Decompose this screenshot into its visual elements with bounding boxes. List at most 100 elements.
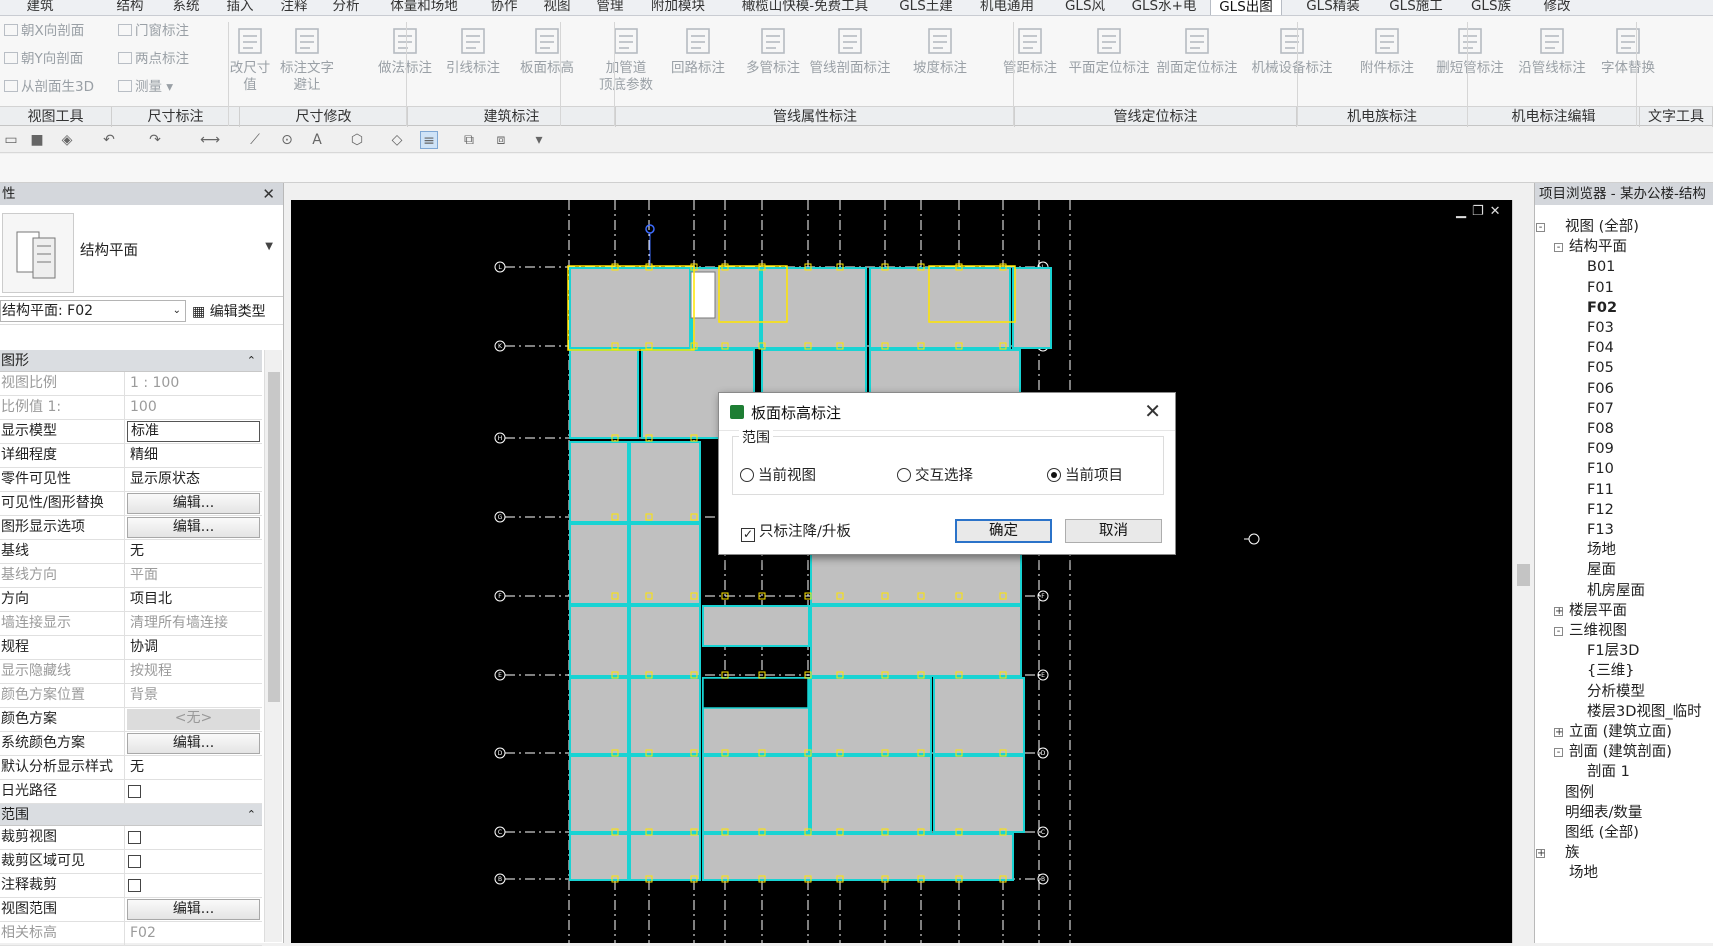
collapse-icon[interactable]: -	[1554, 627, 1563, 637]
edit-button[interactable]: 编辑...	[127, 493, 260, 514]
slab-panel[interactable]	[629, 441, 701, 523]
expand-icon[interactable]: +	[1554, 728, 1563, 738]
tab-17[interactable]: GLS精装	[1295, 0, 1371, 15]
y-section-tool[interactable]: 朝Y向剖面	[4, 50, 83, 68]
slab-panel[interactable]	[569, 523, 629, 605]
ribbon-tool-13[interactable]: 机械设备标注	[1242, 24, 1342, 77]
browser-node[interactable]: F10	[1587, 459, 1614, 479]
property-checkbox[interactable]	[128, 831, 141, 844]
browser-node[interactable]: 楼层3D视图_临时	[1587, 702, 1702, 722]
property-checkbox[interactable]	[128, 785, 141, 798]
text-icon[interactable]: A	[308, 131, 326, 149]
browser-node[interactable]: 族	[1565, 843, 1580, 863]
slab-panel[interactable]	[702, 833, 1014, 881]
slab-panel[interactable]	[569, 441, 629, 523]
browser-node[interactable]: F04	[1587, 338, 1614, 358]
customize-qat-icon[interactable]: ▾	[530, 131, 548, 149]
door-window-dim-tool[interactable]: 门窗标注	[118, 22, 189, 40]
close-icon[interactable]: ✕	[1144, 399, 1161, 423]
only-drop-rise-checkbox[interactable]: ✓ 只标注降/升板	[741, 520, 851, 542]
ribbon-tool-14[interactable]: 附件标注	[1352, 24, 1422, 77]
browser-node[interactable]: F12	[1587, 500, 1614, 520]
browser-node[interactable]: 图纸 (全部)	[1565, 823, 1639, 843]
tab-12[interactable]: GLS土建	[894, 0, 958, 15]
browser-node[interactable]: {三维}	[1587, 661, 1634, 681]
browser-node[interactable]: F1层3D	[1587, 641, 1639, 661]
slab-panel[interactable]	[810, 605, 1022, 677]
properties-section[interactable]: 范围 ⌃	[0, 804, 262, 826]
sync-icon[interactable]: ◈	[58, 131, 76, 149]
slab-panel[interactable]	[569, 755, 629, 833]
measure-icon[interactable]: ⟷	[200, 131, 220, 149]
ribbon-tool-4[interactable]: 板面标高	[512, 24, 582, 77]
ribbon-tool-0[interactable]: 改尺寸 值	[220, 24, 280, 94]
tab-11[interactable]: 橄榄山快模-免费工具	[722, 0, 888, 15]
tab-8[interactable]: 视图	[537, 0, 577, 15]
scrollbar-thumb[interactable]	[1517, 564, 1530, 586]
browser-node[interactable]: 机房屋面	[1587, 581, 1645, 601]
slab-panel[interactable]	[629, 605, 701, 677]
drawing-canvas[interactable]: LLKKHHGGFFEEDDCCBB	[291, 200, 1513, 943]
browser-node[interactable]: 明细表/数量	[1565, 803, 1642, 823]
tag-icon[interactable]: ⊙	[278, 131, 296, 149]
slab-panel[interactable]	[761, 267, 867, 349]
browser-node[interactable]: 视图 (全部)	[1565, 217, 1639, 237]
thin-lines-icon[interactable]: ≡	[420, 131, 438, 149]
radio-current-view[interactable]: 当前视图	[740, 464, 816, 485]
ribbon-tool-10[interactable]: 管距标注	[997, 24, 1063, 77]
tab-6[interactable]: 体量和场地	[378, 0, 470, 15]
expand-icon[interactable]: +	[1536, 849, 1545, 859]
slab-panel[interactable]	[569, 677, 629, 755]
tab-1[interactable]: 结构	[107, 0, 153, 15]
collapse-icon[interactable]: -	[1554, 748, 1563, 758]
collapse-icon[interactable]: ⌃	[247, 804, 256, 826]
open-icon[interactable]: ▭	[2, 131, 20, 149]
close-icon[interactable]: ✕	[262, 183, 275, 205]
measure-tool[interactable]: 测量 ▾	[118, 78, 173, 96]
slab-panel[interactable]	[869, 267, 1011, 349]
ribbon-tool-8[interactable]: 管线剖面标注	[800, 24, 900, 77]
type-selector[interactable]: 结构平面 ▼	[0, 205, 283, 297]
property-value[interactable]: 精细	[126, 444, 262, 467]
ribbon-tool-5[interactable]: 加管道 顶底参数	[591, 24, 661, 94]
radio-current-project[interactable]: 当前项目	[1047, 464, 1123, 485]
undo-icon[interactable]: ↶	[100, 131, 118, 149]
property-value[interactable]: 协调	[126, 636, 262, 659]
browser-node[interactable]: F06	[1587, 379, 1614, 399]
ribbon-tool-15[interactable]: 删短管标注	[1435, 24, 1505, 77]
tab-0[interactable]: 建筑	[18, 0, 62, 15]
tab-7[interactable]: 协作	[478, 0, 530, 15]
edit-button[interactable]: 编辑...	[127, 899, 260, 920]
x-section-tool[interactable]: 朝X向剖面	[4, 22, 84, 40]
browser-node[interactable]: 场地	[1569, 863, 1598, 883]
tab-2[interactable]: 系统	[163, 0, 209, 15]
property-value[interactable]: 无	[126, 756, 262, 779]
slab-panel[interactable]	[629, 755, 701, 833]
browser-node[interactable]: 楼层平面	[1569, 601, 1627, 621]
canvas-scrollbar[interactable]	[1512, 200, 1532, 943]
tab-20[interactable]: 修改	[1533, 0, 1581, 15]
browser-node[interactable]: 三维视图	[1569, 621, 1627, 641]
edit-button[interactable]: 编辑...	[127, 733, 260, 754]
instance-filter-dropdown[interactable]: 结构平面: F02 ⌄	[0, 300, 186, 322]
property-checkbox[interactable]	[128, 855, 141, 868]
browser-node[interactable]: F09	[1587, 439, 1614, 459]
tab-19[interactable]: GLS族	[1462, 0, 1520, 15]
slab-panel[interactable]	[629, 677, 701, 755]
ribbon-tool-16[interactable]: 沿管线标注	[1512, 24, 1592, 77]
slab-panel[interactable]	[1012, 267, 1052, 349]
browser-node[interactable]: 分析模型	[1587, 682, 1645, 702]
browser-node[interactable]: 图例	[1565, 783, 1594, 803]
collapse-icon[interactable]: -	[1554, 243, 1563, 253]
tab-5[interactable]: 分析	[324, 0, 368, 15]
slab-panel[interactable]	[569, 833, 629, 881]
ribbon-tool-12[interactable]: 剖面定位标注	[1153, 24, 1241, 77]
browser-node[interactable]: 屋面	[1587, 560, 1616, 580]
slab-panel[interactable]	[629, 833, 701, 881]
slab-panel[interactable]	[810, 677, 932, 755]
tab-4[interactable]: 注释	[273, 0, 315, 15]
minimize-icon[interactable]: ▁	[1456, 204, 1472, 219]
ribbon-tool-1[interactable]: 标注文字 避让	[272, 24, 342, 94]
property-value-field[interactable]: 标准	[127, 421, 260, 442]
ribbon-tool-2[interactable]: 做法标注	[372, 24, 438, 77]
